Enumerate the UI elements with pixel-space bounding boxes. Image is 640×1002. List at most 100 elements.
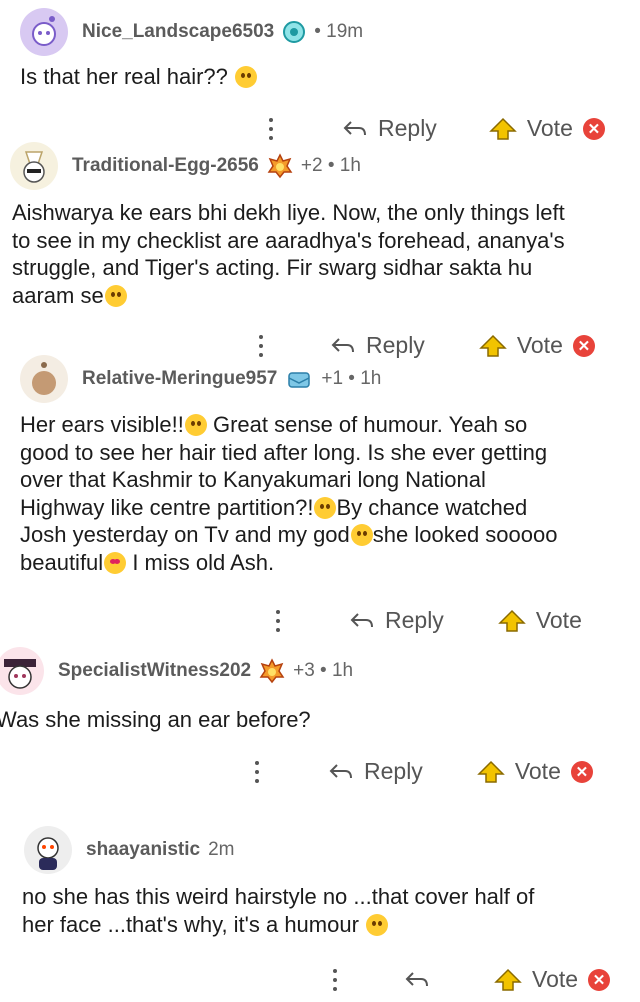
username[interactable]: Relative-Meringue957	[82, 368, 277, 390]
vote-button[interactable]: Vote ✕	[489, 115, 605, 142]
vote-arrow-icon	[477, 760, 505, 783]
reply-label: Reply	[364, 758, 423, 784]
vote-arrow-icon	[498, 609, 526, 632]
comment-line-text: she looked sooooo	[372, 522, 558, 547]
flushed-emoji-icon	[235, 66, 258, 88]
comment-3: Relative-Meringue957 +1 • 1h Her ears vi…	[0, 355, 640, 645]
username[interactable]: Traditional-Egg-2656	[72, 155, 259, 177]
vote-label: Vote	[514, 758, 561, 784]
comment-body: Aishwarya ke ears bhi dekh liye. Now, th…	[12, 199, 565, 309]
comment-line-text: Highway like centre partition?!	[20, 494, 314, 520]
pleading-emoji-icon	[350, 524, 373, 546]
reply-label: Reply	[378, 115, 437, 141]
comment-actions: Reply Vote ✕	[268, 115, 605, 142]
timestamp: 2m	[208, 839, 235, 860]
flair-icon	[283, 21, 306, 43]
flame-award-icon	[259, 658, 285, 684]
avatar[interactable]	[10, 142, 58, 190]
comment-actions: Reply Vote ✕	[254, 758, 593, 785]
comment-line-text: aaram se	[12, 282, 104, 308]
reply-button[interactable]: Reply	[342, 115, 437, 142]
comment-line: Is that her real hair??	[20, 64, 228, 89]
more-vertical-icon[interactable]	[268, 117, 274, 140]
comment-body: Was she missing an ear before?	[0, 706, 311, 734]
comment-2: Traditional-Egg-2656 +2 • 1h Aishwarya k…	[0, 140, 640, 360]
comment-actions: Vote ✕	[332, 966, 611, 993]
relieved-emoji-icon	[104, 284, 127, 307]
vote-score-timestamp: +1 • 1h	[321, 368, 382, 389]
comment-5: shaayanistic 2m no she has this weird ha…	[0, 820, 640, 1002]
more-vertical-icon[interactable]	[258, 334, 264, 357]
comment-body: Is that her real hair??	[20, 63, 258, 91]
username[interactable]: Nice_Landscape6503	[82, 21, 274, 43]
reply-label: Reply	[385, 607, 444, 633]
comment-body: Her ears visible!! Great sense of humour…	[20, 411, 557, 576]
vote-label: Vote	[526, 115, 573, 141]
reply-button[interactable]: Reply	[349, 607, 444, 634]
flair-badge	[267, 153, 293, 179]
avatar[interactable]	[20, 8, 68, 56]
vote-label: Vote	[532, 966, 579, 992]
more-vertical-icon[interactable]	[275, 609, 281, 632]
avatar[interactable]	[20, 355, 68, 403]
grin-emoji-icon	[184, 414, 207, 436]
comment-1: Nice_Landscape6503 • 19m Is that her rea…	[0, 0, 640, 160]
vote-button[interactable]: Vote	[498, 607, 582, 634]
reddit-snoo-icon	[23, 151, 45, 183]
flair-badge	[282, 20, 306, 44]
flair-badge	[259, 658, 285, 684]
vote-arrow-icon	[489, 117, 517, 140]
comment-header: Traditional-Egg-2656 +2 • 1h	[10, 142, 361, 190]
comment-line-text: I miss old Ash.	[132, 549, 275, 575]
close-icon[interactable]: ✕	[572, 334, 595, 357]
more-vertical-icon[interactable]	[254, 760, 260, 783]
comment-line: over that Kashmir to Kanyakumari long Na…	[20, 467, 486, 492]
more-vertical-icon[interactable]	[332, 968, 338, 991]
reply-button[interactable]: Reply	[328, 758, 423, 785]
timestamp: • 19m	[314, 21, 364, 42]
comment-line: aaram se	[12, 282, 565, 310]
reddit-snoo-icon	[37, 837, 59, 870]
username[interactable]: shaayanistic	[86, 839, 200, 861]
vote-arrow-icon	[479, 334, 507, 357]
close-icon[interactable]: ✕	[588, 968, 611, 991]
close-icon[interactable]: ✕	[570, 760, 593, 783]
comment-line-text: By chance watched	[336, 494, 528, 520]
comment-line-text: Great sense of humour. Yeah so	[212, 412, 528, 437]
avatar[interactable]	[0, 647, 44, 695]
reply-arrow-icon	[329, 763, 352, 778]
comment-line: to see in my checklist are aaradhya's fo…	[12, 227, 565, 253]
comment-line: struggle, and Tiger's acting. Fir swarg …	[12, 255, 533, 280]
comment-body: no she has this weird hairstyle no ...th…	[22, 883, 534, 938]
comment-header: shaayanistic 2m	[24, 826, 234, 874]
avatar[interactable]	[24, 826, 72, 874]
vote-button[interactable]: Vote ✕	[494, 966, 611, 993]
comment-line: Aishwarya ke ears bhi dekh liye. Now, th…	[12, 200, 565, 225]
grinning-emoji-icon	[366, 913, 389, 936]
comment-line: Highway like centre partition?! By chance…	[20, 494, 557, 522]
comment-actions: Reply Vote	[275, 607, 582, 634]
comment-header: Nice_Landscape6503 • 19m	[20, 8, 363, 56]
reply-arrow-icon	[331, 337, 354, 352]
comment-line-text: beautiful	[20, 549, 104, 575]
comment-line: good to see her hair tied after long. Is…	[20, 439, 548, 465]
comment-4: SpecialistWitness202 +3 • 1h Was she mis…	[0, 645, 640, 805]
reply-button[interactable]	[404, 969, 430, 991]
flame-award-icon	[267, 153, 293, 179]
comment-line: beautiful I miss old Ash.	[20, 549, 557, 577]
close-icon[interactable]: ✕	[582, 117, 605, 140]
vote-score-timestamp: +3 • 1h	[293, 660, 354, 681]
heart-eyes-emoji-icon	[104, 551, 127, 574]
crying-emoji-icon	[314, 496, 337, 519]
reply-arrow-icon	[350, 612, 373, 627]
cake-award-icon	[288, 372, 311, 388]
comment-line-text: Her ears visible!!	[20, 412, 184, 437]
vote-score-timestamp: +2 • 1h	[300, 155, 361, 176]
comment-line-text: Josh yesterday on Tv and my god	[20, 522, 350, 547]
vote-button[interactable]: Vote ✕	[477, 758, 593, 785]
username[interactable]: SpecialistWitness202	[58, 660, 251, 682]
vote-arrow-icon	[494, 968, 522, 991]
comment-line: her face ...that's why, it's a humour	[22, 911, 534, 939]
reply-arrow-icon	[343, 120, 366, 135]
comment-header: Relative-Meringue957 +1 • 1h	[20, 355, 381, 403]
